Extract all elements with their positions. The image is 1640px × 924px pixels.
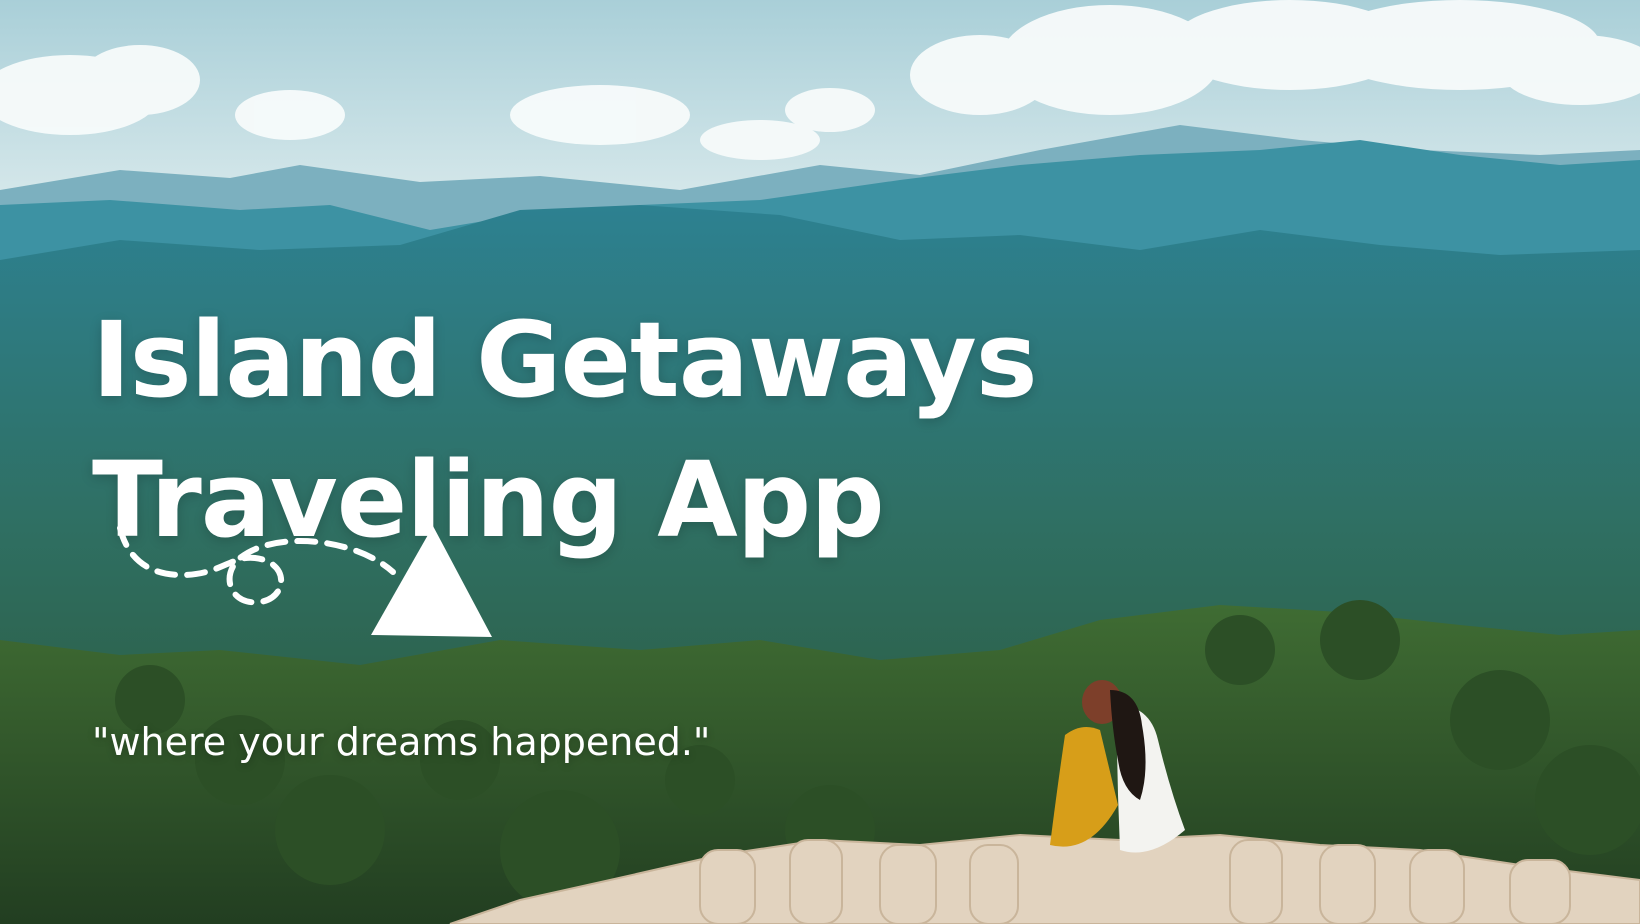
hero-title-line-1: Island Getaways — [92, 299, 1038, 421]
hero-banner: Island Getaways Traveling App "where you… — [0, 0, 1640, 924]
hero-tagline: "where your dreams happened." — [92, 720, 711, 764]
dashed-loop-arrow-icon — [117, 525, 492, 637]
